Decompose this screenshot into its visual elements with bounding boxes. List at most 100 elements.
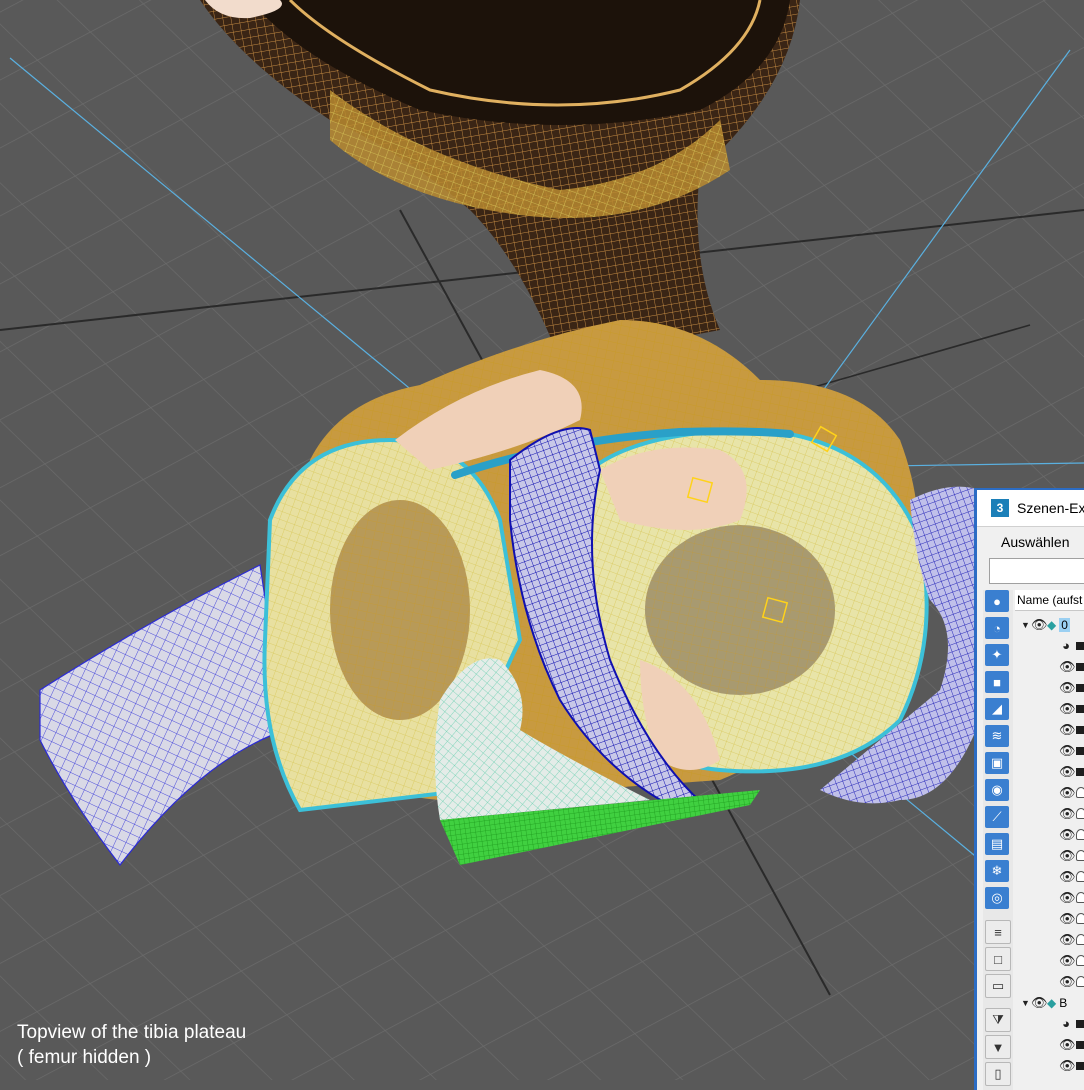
- object-row[interactable]: 👁: [1059, 677, 1084, 698]
- filter-icon[interactable]: ▼: [985, 1035, 1011, 1059]
- visibility-eye-icon[interactable]: 👁: [1059, 785, 1076, 801]
- menu-select[interactable]: Auswählen: [1001, 534, 1070, 550]
- object-row[interactable]: 👁: [1059, 803, 1084, 824]
- light-object-icon: [1076, 913, 1084, 924]
- geometry-object-icon: [1076, 725, 1084, 734]
- 3d-viewport[interactable]: [0, 0, 1084, 1080]
- geometry-object-icon: [1076, 683, 1084, 692]
- geometry-object-icon: [1076, 704, 1084, 713]
- visibility-eye-icon[interactable]: 👁: [1059, 953, 1076, 969]
- light-object-icon: [1076, 934, 1084, 945]
- groups-icon[interactable]: ▣: [985, 752, 1009, 774]
- layer-icon: ◆: [1047, 617, 1057, 632]
- object-row[interactable]: 👁: [1059, 656, 1084, 677]
- visibility-eye-icon[interactable]: 👁: [1059, 890, 1076, 906]
- helpers-icon[interactable]: ◢: [985, 698, 1009, 720]
- object-row[interactable]: 👁: [1059, 845, 1084, 866]
- cameras-icon[interactable]: ■: [985, 671, 1009, 693]
- box-icon[interactable]: □: [985, 947, 1011, 971]
- visibility-eye-icon[interactable]: 👁: [1031, 617, 1048, 633]
- light-object-icon: [1076, 955, 1084, 966]
- visibility-eye-icon[interactable]: 👁: [1059, 701, 1076, 717]
- app-icon: 3: [991, 499, 1009, 517]
- object-row[interactable]: 👁: [1059, 929, 1084, 950]
- visibility-eye-icon[interactable]: 👁: [1059, 722, 1076, 738]
- column-header-name[interactable]: Name (aufst: [1015, 590, 1084, 611]
- light-object-icon: [1076, 892, 1084, 903]
- light-object-icon: [1076, 808, 1084, 819]
- visibility-eye-icon[interactable]: 👁: [1059, 680, 1076, 696]
- object-row[interactable]: ◕: [1059, 635, 1084, 656]
- expand-caret-icon[interactable]: ▼: [1021, 998, 1031, 1008]
- visibility-eye-icon[interactable]: 👁: [1059, 764, 1076, 780]
- object-row[interactable]: 👁: [1059, 1055, 1084, 1076]
- layer-row[interactable]: ▼ 👁 ◆ 0: [1021, 614, 1084, 635]
- visibility-eye-icon[interactable]: 👁: [1059, 911, 1076, 927]
- expand-caret-icon[interactable]: ▼: [1021, 620, 1031, 630]
- geometry-object-icon: [1076, 1061, 1084, 1070]
- visibility-eye-icon[interactable]: 👁: [1059, 932, 1076, 948]
- geometry-object-icon: [1076, 641, 1084, 650]
- cartilage-patch: [600, 447, 747, 530]
- visibility-eye-icon[interactable]: 👁: [1059, 806, 1076, 822]
- object-row[interactable]: 👁: [1059, 1034, 1084, 1055]
- layer-row[interactable]: ▼ 👁 ◆ B: [1021, 992, 1084, 1013]
- visibility-eye-icon[interactable]: 👁: [1059, 869, 1076, 885]
- light-object-icon: [1076, 976, 1084, 987]
- xrefs-icon[interactable]: ◉: [985, 779, 1009, 801]
- visibility-eye-icon[interactable]: 👁: [1059, 974, 1076, 990]
- light-object-icon: [1076, 871, 1084, 882]
- object-row[interactable]: 👁: [1059, 824, 1084, 845]
- scene-explorer-title: Szenen-Exp: [1017, 500, 1084, 516]
- spacewarps-icon[interactable]: ≋: [985, 725, 1009, 747]
- search-input[interactable]: [989, 558, 1084, 584]
- visibility-eye-icon[interactable]: ◕: [1059, 638, 1073, 653]
- clip-icon[interactable]: ▯: [985, 1062, 1011, 1086]
- bones-icon[interactable]: ⟋: [985, 806, 1009, 828]
- light-object-icon: [1076, 787, 1084, 798]
- scene-explorer-titlebar[interactable]: 3 Szenen-Exp: [977, 490, 1084, 527]
- light-object-icon: [1076, 829, 1084, 840]
- layer-label[interactable]: B: [1059, 996, 1067, 1010]
- scene-explorer-panel[interactable]: 3 Szenen-Exp Auswählen ● ◔ ✦ ■ ◢ ≋ ▣ ◉ ⟋…: [974, 488, 1084, 1090]
- hidden-icon[interactable]: ◎: [985, 887, 1009, 909]
- visibility-eye-icon[interactable]: 👁: [1059, 659, 1076, 675]
- visibility-eye-icon[interactable]: 👁: [1059, 743, 1076, 759]
- frozen-icon[interactable]: ❄: [985, 860, 1009, 882]
- object-row[interactable]: 👁: [1059, 950, 1084, 971]
- object-row[interactable]: 👁: [1059, 887, 1084, 908]
- lights-icon[interactable]: ✦: [985, 644, 1009, 666]
- geometry-object-icon: [1076, 662, 1084, 671]
- filter-toolbar: ● ◔ ✦ ■ ◢ ≋ ▣ ◉ ⟋ ▤ ❄ ◎ ≡ □ ▭ ⧩ ▼ ▯: [983, 590, 1013, 1090]
- object-row[interactable]: 👁: [1059, 761, 1084, 782]
- geometry-object-icon: [1076, 767, 1084, 776]
- visibility-eye-icon[interactable]: 👁: [1059, 1037, 1076, 1053]
- list-icon[interactable]: ≡: [985, 920, 1011, 944]
- visibility-eye-icon[interactable]: 👁: [1059, 848, 1076, 864]
- scene-explorer-menubar: Auswählen: [977, 527, 1084, 557]
- visibility-eye-icon[interactable]: 👁: [1031, 995, 1048, 1011]
- shapes-icon[interactable]: ◔: [985, 617, 1009, 639]
- visibility-eye-icon[interactable]: 👁: [1059, 827, 1076, 843]
- layer-icon: ◆: [1047, 995, 1057, 1010]
- geometry-object-icon: [1076, 746, 1084, 755]
- object-row[interactable]: 👁: [1059, 908, 1084, 929]
- geometry-icon[interactable]: ●: [985, 590, 1009, 612]
- visibility-eye-icon[interactable]: ◕: [1059, 1016, 1073, 1031]
- object-row[interactable]: ◕: [1059, 1013, 1084, 1034]
- object-row[interactable]: 👁: [1059, 866, 1084, 887]
- containers-icon[interactable]: ▤: [985, 833, 1009, 855]
- object-row[interactable]: 👁: [1059, 740, 1084, 761]
- layer-label[interactable]: 0: [1059, 617, 1070, 632]
- object-row[interactable]: 👁: [1059, 971, 1084, 992]
- object-row[interactable]: 👁: [1059, 698, 1084, 719]
- filter-x-icon[interactable]: ⧩: [985, 1008, 1011, 1032]
- geometry-object-icon: [1076, 1019, 1084, 1028]
- page-icon[interactable]: ▭: [985, 974, 1011, 998]
- visibility-eye-icon[interactable]: 👁: [1059, 1058, 1076, 1074]
- light-object-icon: [1076, 850, 1084, 861]
- object-row[interactable]: 👁: [1059, 782, 1084, 803]
- geometry-object-icon: [1076, 1040, 1084, 1049]
- object-row[interactable]: 👁: [1059, 719, 1084, 740]
- caption-line-2: ( femur hidden ): [17, 1047, 152, 1068]
